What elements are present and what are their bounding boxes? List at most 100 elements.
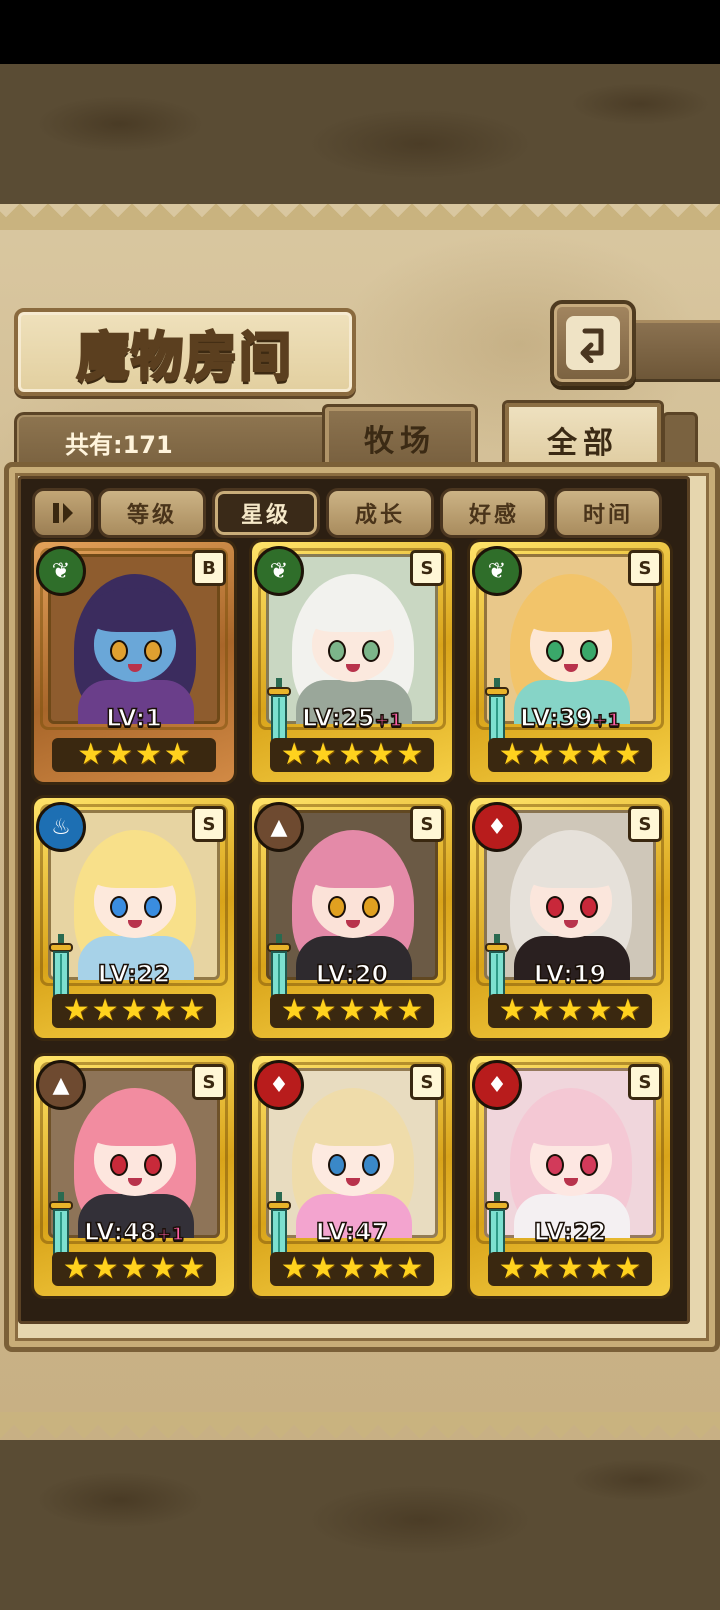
sort-time-button[interactable]: 时间: [554, 488, 662, 538]
title-banner: 魔物房间: [14, 308, 356, 396]
star-icon: ★: [106, 737, 133, 772]
level-value: LV:39: [519, 703, 593, 733]
water-icon: ♨: [36, 802, 86, 852]
level-value: LV:48: [83, 1217, 157, 1247]
level-label: LV:25+1: [252, 703, 452, 733]
star-icon: ★: [396, 993, 424, 1028]
wood-icon: ❦: [254, 546, 304, 596]
monster-card[interactable]: ❦ S LV:25+1 ★ ★ ★ ★ ★: [252, 542, 452, 782]
star-icon: ★: [338, 1251, 366, 1286]
level-label: LV:19: [470, 959, 670, 989]
wood-icon: ❦: [472, 546, 522, 596]
level-value: LV:19: [533, 959, 607, 989]
monster-card[interactable]: ♦ S LV:19 ★ ★ ★ ★ ★: [470, 798, 670, 1038]
star-icon: ★: [135, 737, 162, 772]
monster-card[interactable]: ♨ S LV:22 ★ ★ ★ ★ ★: [34, 798, 234, 1038]
star-icon: ★: [396, 1251, 424, 1286]
star-icon: ★: [556, 993, 584, 1028]
star-icon: ★: [585, 737, 613, 772]
monster-count: 共有:171: [65, 431, 173, 459]
monster-card[interactable]: ❦ B LV:1 ★ ★ ★ ★: [34, 542, 234, 782]
star-icon: ★: [367, 993, 395, 1028]
monster-count-tab: 共有:171: [14, 412, 332, 467]
monster-card[interactable]: ▲ S LV:20 ★ ★ ★ ★ ★: [252, 798, 452, 1038]
star-icon: ★: [527, 993, 555, 1028]
tab-pasture[interactable]: 牧场: [322, 404, 478, 469]
monster-card[interactable]: ▲ S LV:48+1 ★ ★ ★ ★ ★: [34, 1056, 234, 1296]
sort-affection-button[interactable]: 好感: [440, 488, 548, 538]
star-icon: ★: [527, 737, 555, 772]
grade-badge: S: [410, 550, 444, 586]
level-label: LV:47: [252, 1217, 452, 1247]
fire-icon: ♦: [254, 1060, 304, 1110]
star-rating: ★ ★ ★ ★ ★: [270, 738, 434, 772]
star-rating: ★ ★ ★ ★ ★: [52, 994, 216, 1028]
back-button[interactable]: [550, 300, 636, 386]
pause-order-icon: [53, 503, 73, 523]
level-value: LV:20: [315, 959, 389, 989]
parchment-edge-bottom: [0, 1412, 720, 1438]
sort-star-button[interactable]: 星级: [212, 488, 320, 538]
monster-card[interactable]: ❦ S LV:39+1 ★ ★ ★ ★ ★: [470, 542, 670, 782]
tab-edge: [662, 412, 698, 467]
star-icon: ★: [498, 737, 526, 772]
level-value: LV:22: [533, 1217, 607, 1247]
star-icon: ★: [163, 737, 191, 772]
star-icon: ★: [149, 1251, 177, 1286]
page-title: 魔物房间: [75, 325, 293, 389]
sort-growth-button[interactable]: 成长: [326, 488, 434, 538]
star-rating: ★ ★ ★ ★ ★: [270, 994, 434, 1028]
star-icon: ★: [62, 993, 90, 1028]
star-rating: ★ ★ ★ ★ ★: [52, 1252, 216, 1286]
wood-icon: ❦: [36, 546, 86, 596]
level-value: LV:1: [105, 703, 162, 733]
star-icon: ★: [91, 993, 119, 1028]
star-rating: ★ ★ ★ ★: [52, 738, 216, 772]
star-icon: ★: [338, 993, 366, 1028]
star-icon: ★: [120, 993, 148, 1028]
star-icon: ★: [556, 1251, 584, 1286]
grade-badge: S: [410, 806, 444, 842]
star-icon: ★: [498, 993, 526, 1028]
sort-level-button[interactable]: 等级: [98, 488, 206, 538]
star-icon: ★: [527, 1251, 555, 1286]
star-icon: ★: [367, 1251, 395, 1286]
star-icon: ★: [77, 737, 105, 772]
level-label: LV:1: [34, 703, 234, 733]
star-rating: ★ ★ ★ ★ ★: [270, 1252, 434, 1286]
fire-icon: ♦: [472, 1060, 522, 1110]
grade-badge: S: [628, 550, 662, 586]
earth-icon: ▲: [254, 802, 304, 852]
monster-card[interactable]: ♦ S LV:47 ★ ★ ★ ★ ★: [252, 1056, 452, 1296]
star-icon: ★: [280, 1251, 308, 1286]
star-icon: ★: [338, 737, 366, 772]
sort-order-toggle[interactable]: [32, 488, 94, 538]
level-bonus: +1: [592, 709, 621, 732]
level-label: LV:22: [34, 959, 234, 989]
fire-icon: ♦: [472, 802, 522, 852]
star-icon: ★: [91, 1251, 119, 1286]
level-label: LV:48+1: [34, 1217, 234, 1247]
grade-badge: S: [192, 806, 226, 842]
map-background-top: [0, 64, 720, 204]
star-icon: ★: [280, 737, 308, 772]
level-bonus: +1: [156, 1223, 185, 1246]
grade-badge: S: [192, 1064, 226, 1100]
status-bar: [0, 0, 720, 64]
star-icon: ★: [280, 993, 308, 1028]
level-value: LV:22: [97, 959, 171, 989]
earth-icon: ▲: [36, 1060, 86, 1110]
grade-badge: S: [410, 1064, 444, 1100]
monster-card[interactable]: ♦ S LV:22 ★ ★ ★ ★ ★: [470, 1056, 670, 1296]
star-icon: ★: [396, 737, 424, 772]
level-label: LV:22: [470, 1217, 670, 1247]
star-rating: ★ ★ ★ ★ ★: [488, 738, 652, 772]
level-value: LV:25: [301, 703, 375, 733]
grade-badge: B: [192, 550, 226, 586]
star-icon: ★: [585, 993, 613, 1028]
back-arrow-icon: [580, 328, 604, 363]
star-icon: ★: [309, 737, 337, 772]
parchment-edge-top: [0, 204, 720, 230]
level-bonus: +1: [374, 709, 403, 732]
grade-badge: S: [628, 806, 662, 842]
